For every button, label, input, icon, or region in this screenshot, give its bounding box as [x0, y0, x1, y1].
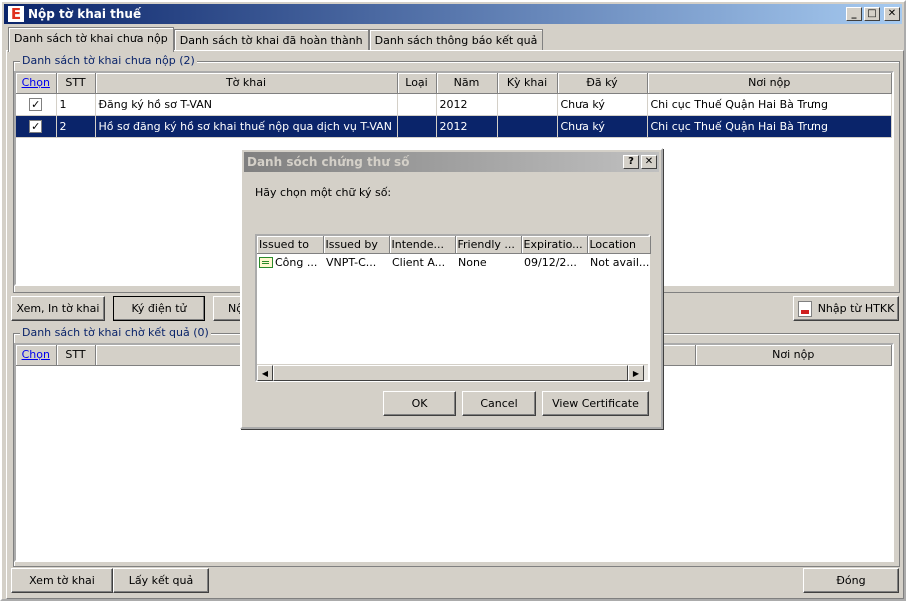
ky-dien-tu-button[interactable]: Ký điện tử — [113, 296, 205, 321]
pdf-icon — [797, 300, 812, 317]
col-noi-nop[interactable]: Nơi nộp — [647, 73, 892, 94]
cell-to-khai: Đăng ký hồ sơ T-VAN — [95, 93, 398, 116]
dialog-title: Danh sóch chứng thư số — [247, 155, 410, 169]
col-ky-khai[interactable]: Kỳ khai — [497, 73, 558, 94]
scroll-thumb[interactable] — [273, 365, 628, 381]
close-icon[interactable]: ✕ — [884, 7, 900, 21]
col-chon[interactable]: Chọn — [16, 345, 57, 366]
close-icon[interactable]: ✕ — [641, 155, 657, 169]
cell-expiration: 09/12/2... — [524, 255, 577, 269]
certificate-dialog: Danh sóch chứng thư số ? ✕ Hãy chọn một … — [240, 148, 663, 429]
tab-da-hoan-thanh[interactable]: Danh sách tờ khai đã hoàn thành — [173, 29, 369, 51]
cell-location: Not avail... — [590, 255, 650, 269]
list-item[interactable]: Công ... VNPT-C... Client A... None 09/1… — [257, 253, 650, 271]
col-friendly[interactable]: Friendly ... — [455, 236, 522, 254]
tab-strip: Danh sách tờ khai chưa nộp Danh sách tờ … — [8, 27, 544, 52]
tab-thong-bao-ket-qua[interactable]: Danh sách thông báo kết quả — [368, 29, 544, 51]
certificate-list: Issued to Issued by Intende... Friendly … — [255, 234, 651, 382]
cell-noi-nop: Chi cục Thuế Quận Hai Bà Trưng — [647, 115, 892, 138]
maximize-icon[interactable]: □ — [864, 7, 880, 21]
cell-ky-khai — [497, 93, 558, 116]
col-chon[interactable]: Chọn — [16, 73, 57, 94]
window-title: Nộp tờ khai thuế — [28, 7, 142, 21]
cell-noi-nop: Chi cục Thuế Quận Hai Bà Trưng — [647, 93, 892, 116]
top-grid-header: Chọn STT Tờ khai Loại Năm Kỳ khai Đã ký … — [16, 73, 892, 94]
e-logo-icon: E — [8, 6, 24, 22]
nhap-htkk-label: Nhập từ HTKK — [817, 302, 895, 315]
cell-nam: 2012 — [436, 115, 498, 138]
col-loai[interactable]: Loại — [397, 73, 437, 94]
title-bar[interactable]: E Nộp tờ khai thuế _ □ ✕ — [4, 4, 902, 24]
table-row[interactable]: ✓ 1 Đăng ký hồ sơ T-VAN 2012 Chưa ký Chi… — [16, 93, 892, 116]
certificate-icon — [259, 257, 273, 269]
cell-stt: 1 — [56, 93, 96, 116]
scroll-left-icon[interactable]: ◀ — [257, 365, 273, 381]
cell-ky-khai — [497, 115, 558, 138]
cell-loai — [397, 115, 437, 138]
view-certificate-button[interactable]: View Certificate — [542, 391, 649, 416]
scroll-right-icon[interactable]: ▶ — [628, 365, 644, 381]
table-row[interactable]: ✓ 2 Hồ sơ đăng ký hồ sơ khai thuế nộp qu… — [16, 115, 892, 138]
col-to-khai[interactable]: Tờ khai — [95, 73, 398, 94]
dialog-title-bar[interactable]: Danh sóch chứng thư số ? ✕ — [244, 152, 659, 172]
col-issued-by[interactable]: Issued by — [323, 236, 390, 254]
horizontal-scrollbar[interactable]: ◀ ▶ — [257, 364, 648, 381]
col-issued-to[interactable]: Issued to — [257, 236, 324, 254]
certificate-list-header: Issued to Issued by Intende... Friendly … — [257, 236, 651, 254]
top-group-label: Danh sách tờ khai chưa nộp (2) — [20, 54, 197, 67]
dialog-prompt: Hãy chọn một chữ ký số: — [255, 186, 392, 199]
bottom-group-label: Danh sách tờ khai chờ kết quả (0) — [20, 326, 211, 339]
cell-intended: Client A... — [392, 255, 446, 269]
nhap-htkk-button[interactable]: Nhập từ HTKK — [793, 296, 899, 321]
check-icon[interactable]: ✓ — [29, 97, 43, 111]
cell-stt: 2 — [56, 115, 96, 138]
col-stt[interactable]: STT — [56, 345, 96, 366]
ok-button[interactable]: OK — [383, 391, 456, 416]
cell-to-khai: Hồ sơ đăng ký hồ sơ khai thuế nộp qua dị… — [95, 115, 398, 138]
col-stt[interactable]: STT — [56, 73, 96, 94]
xem-to-khai-button[interactable]: Xem tờ khai — [11, 568, 113, 593]
cell-loai — [397, 93, 437, 116]
cell-nam: 2012 — [436, 93, 498, 116]
help-icon[interactable]: ? — [623, 155, 639, 169]
tab-chua-nop[interactable]: Danh sách tờ khai chưa nộp — [8, 27, 174, 52]
col-location[interactable]: Location — [587, 236, 651, 254]
col-nam[interactable]: Năm — [436, 73, 498, 94]
col-noi-nop[interactable]: Nơi nộp — [695, 345, 892, 366]
cell-issued-to: Công ... — [275, 255, 318, 269]
minimize-icon[interactable]: _ — [846, 7, 862, 21]
col-da-ky[interactable]: Đã ký — [557, 73, 648, 94]
cell-da-ky: Chưa ký — [557, 93, 648, 116]
dong-button[interactable]: Đóng — [803, 568, 899, 593]
xem-in-button[interactable]: Xem, In tờ khai — [11, 296, 105, 321]
cell-da-ky: Chưa ký — [557, 115, 648, 138]
check-icon[interactable]: ✓ — [29, 119, 43, 133]
lay-ket-qua-button[interactable]: Lấy kết quả — [113, 568, 209, 593]
col-intended[interactable]: Intende... — [389, 236, 456, 254]
col-expiration[interactable]: Expiratio... — [521, 236, 588, 254]
cell-issued-by: VNPT-C... — [326, 255, 377, 269]
cancel-button[interactable]: Cancel — [462, 391, 536, 416]
cell-friendly: None — [458, 255, 487, 269]
